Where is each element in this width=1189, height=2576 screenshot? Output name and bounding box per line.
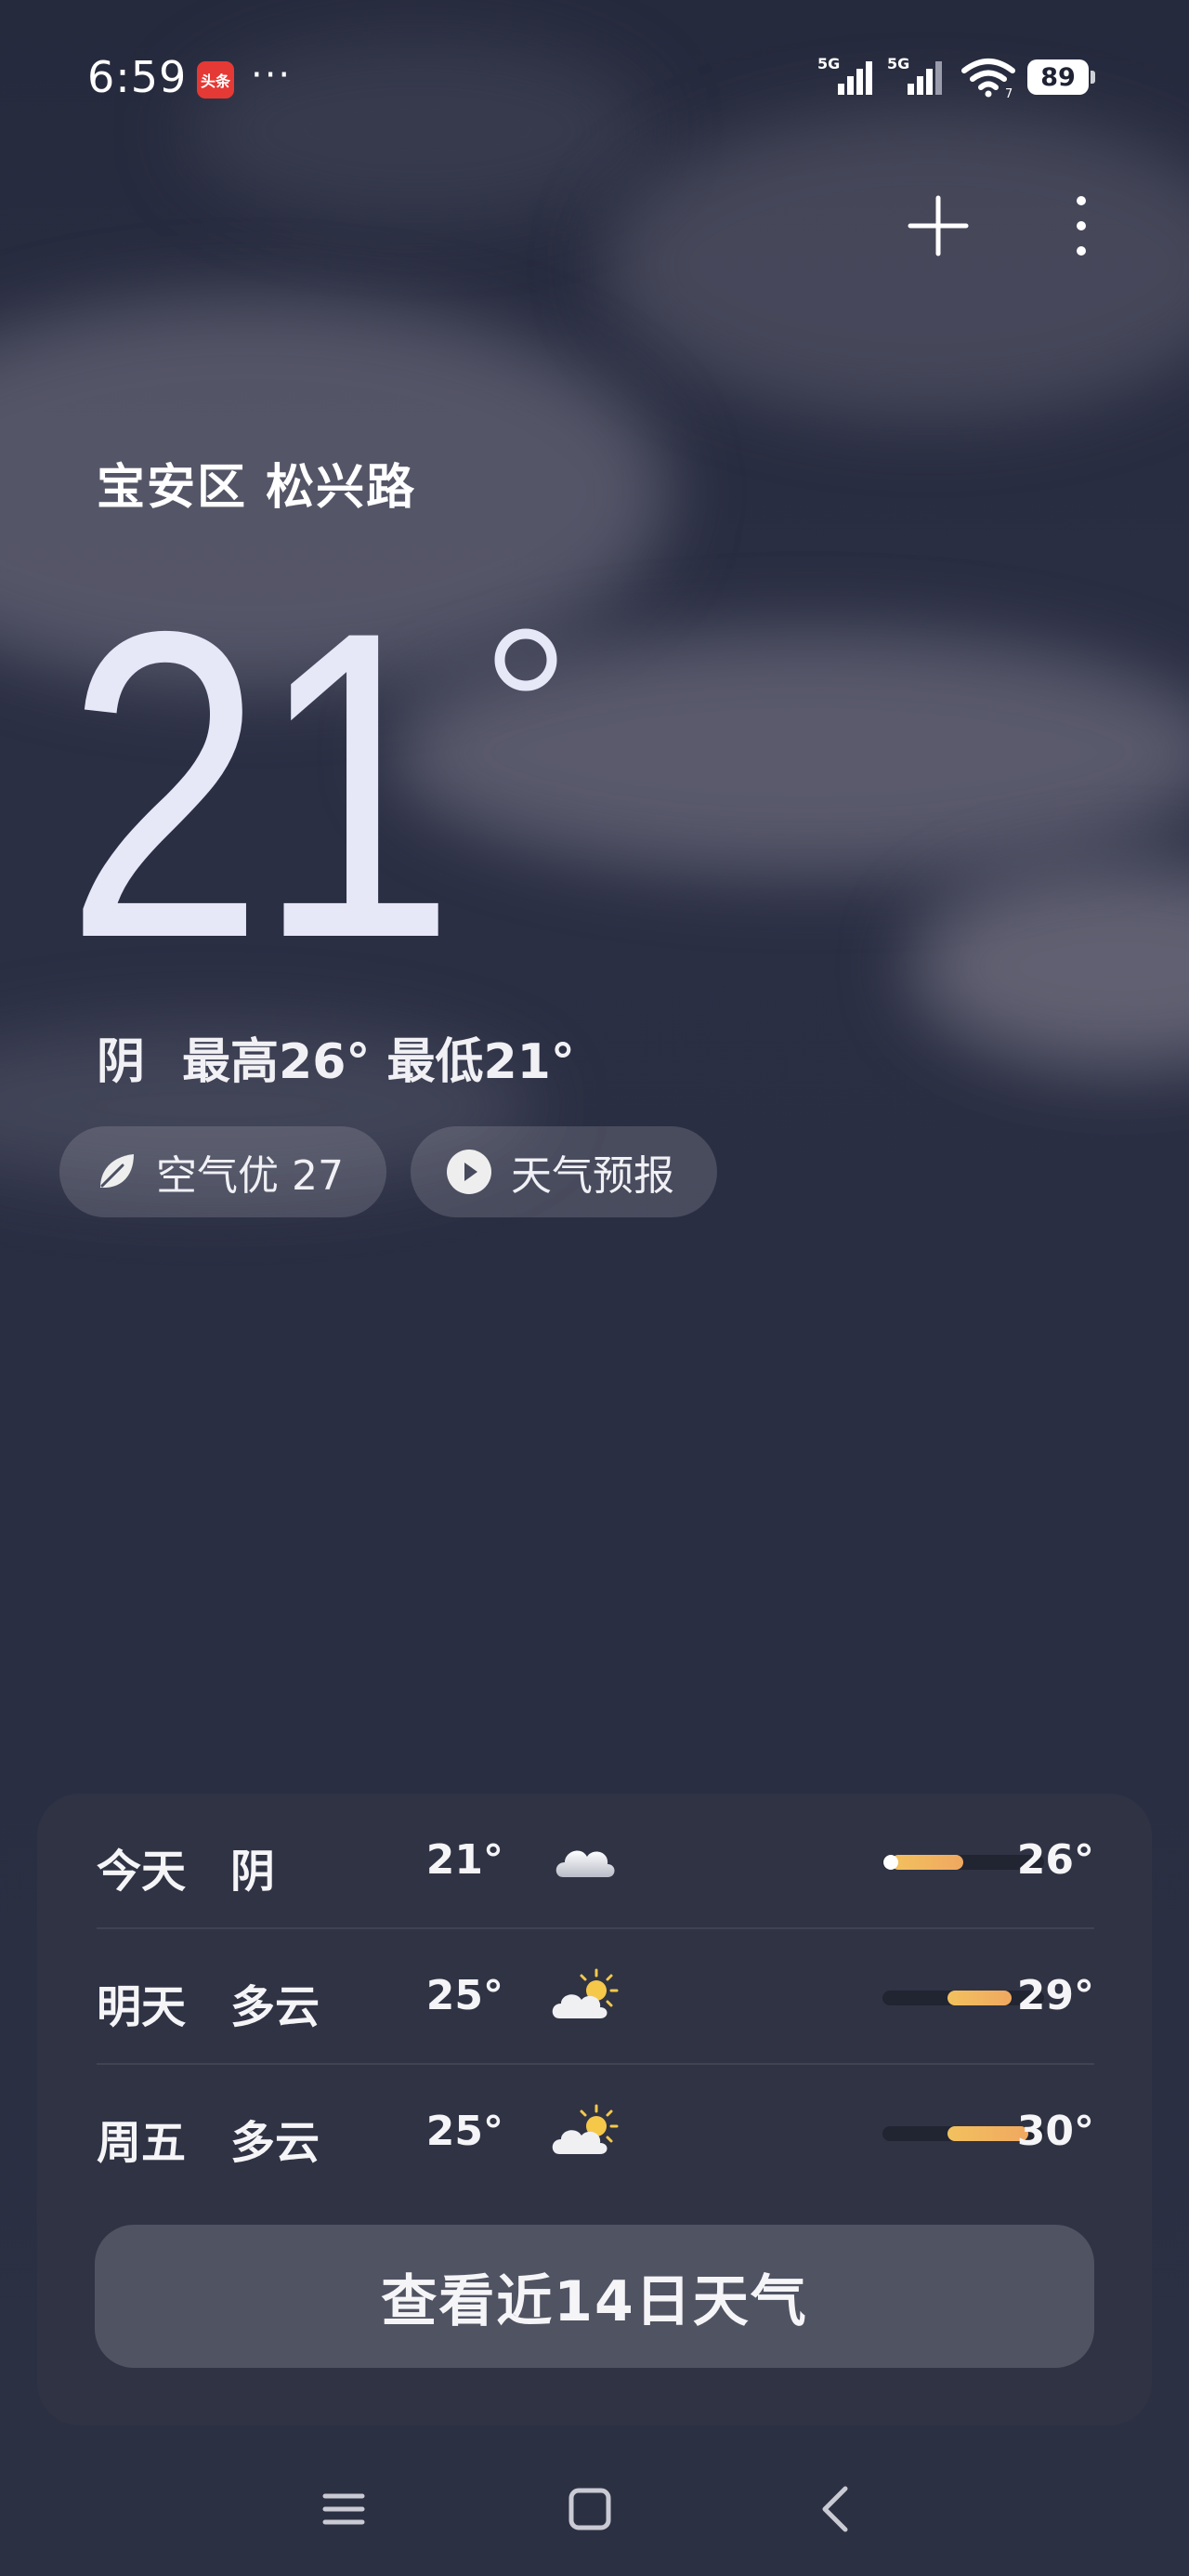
weather-forecast-video-chip[interactable]: 天气预报 [411, 1126, 717, 1217]
status-bar: 6:59 头条 ··· 5G 5G 7 89 [0, 0, 1189, 158]
air-quality-label: 空气优 27 [156, 1152, 344, 1200]
cellular-signal-icon-2: 5G [887, 55, 942, 95]
more-options-button[interactable] [1057, 193, 1105, 258]
location-title: 宝安区 松兴路 [97, 460, 417, 516]
leaf-icon [100, 1154, 134, 1188]
wifi-label: 7 [1005, 87, 1013, 99]
battery-indicator: 89 [1027, 59, 1089, 95]
forecast-card: 今天 阴 21° 26° 明天 多云 25° 29° 周五 多云 25° 30°… [37, 1794, 1152, 2425]
home-button[interactable] [562, 2481, 618, 2537]
cellular-signal-icon: 5G [817, 55, 872, 95]
forecast-low: 25° [425, 2108, 503, 2155]
forecast-high: 26° [1016, 1836, 1094, 1884]
battery-tip [1091, 71, 1095, 84]
signal-2-label: 5G [887, 55, 909, 72]
forecast-low: 21° [425, 1836, 503, 1884]
partly-cloudy-icon [552, 2104, 619, 2154]
status-time: 6:59 [87, 52, 188, 102]
weather-forecast-label: 天气预报 [511, 1152, 674, 1200]
forecast-row-tomorrow[interactable]: 明天 多云 25° 29° [97, 1929, 1094, 2065]
add-city-button[interactable] [906, 193, 971, 258]
current-condition: 阴 [97, 1034, 146, 1090]
cloud-icon [555, 1850, 615, 1877]
current-temperature: 21 [65, 541, 455, 1029]
partly-cloudy-icon [552, 1968, 619, 2018]
play-icon [447, 1150, 491, 1194]
forecast-low: 25° [425, 1972, 503, 2019]
system-navigation-bar [0, 2453, 1189, 2576]
forecast-row-today[interactable]: 今天 阴 21° 26° [97, 1794, 1094, 1929]
more-notifications-icon: ··· [251, 54, 293, 97]
today-summary: 阴 最高26° 最低21° [97, 1022, 575, 1092]
temperature-range-fill [947, 1991, 1013, 2005]
temperature-range-fill [890, 1855, 963, 1870]
current-temperature-dot [882, 1855, 898, 1870]
forecast-high: 29° [1016, 1972, 1094, 2019]
signal-1-label: 5G [817, 55, 840, 72]
degree-symbol-icon [494, 628, 557, 691]
forecast-high: 30° [1016, 2108, 1094, 2155]
recent-apps-button[interactable] [316, 2481, 372, 2537]
wifi-icon: 7 [961, 59, 1015, 99]
temperature-range-fill [947, 2126, 1028, 2141]
back-button[interactable] [808, 2481, 864, 2537]
forecast-day: 今天 [97, 1846, 187, 1898]
forecast-condition: 多云 [230, 1981, 320, 2033]
forecast-row-friday[interactable]: 周五 多云 25° 30° [97, 2065, 1094, 2201]
view-14-day-forecast-button[interactable]: 查看近14日天气 [95, 2225, 1094, 2368]
forecast-condition: 多云 [230, 2117, 320, 2169]
forecast-condition: 阴 [230, 1846, 276, 1898]
news-app-notification-icon: 头条 [197, 61, 234, 99]
forecast-day: 周五 [97, 2117, 187, 2169]
high-low-temperature: 最高26° 最低21° [182, 1034, 575, 1090]
air-quality-chip[interactable]: 空气优 27 [59, 1126, 386, 1217]
forecast-day: 明天 [97, 1981, 187, 2033]
